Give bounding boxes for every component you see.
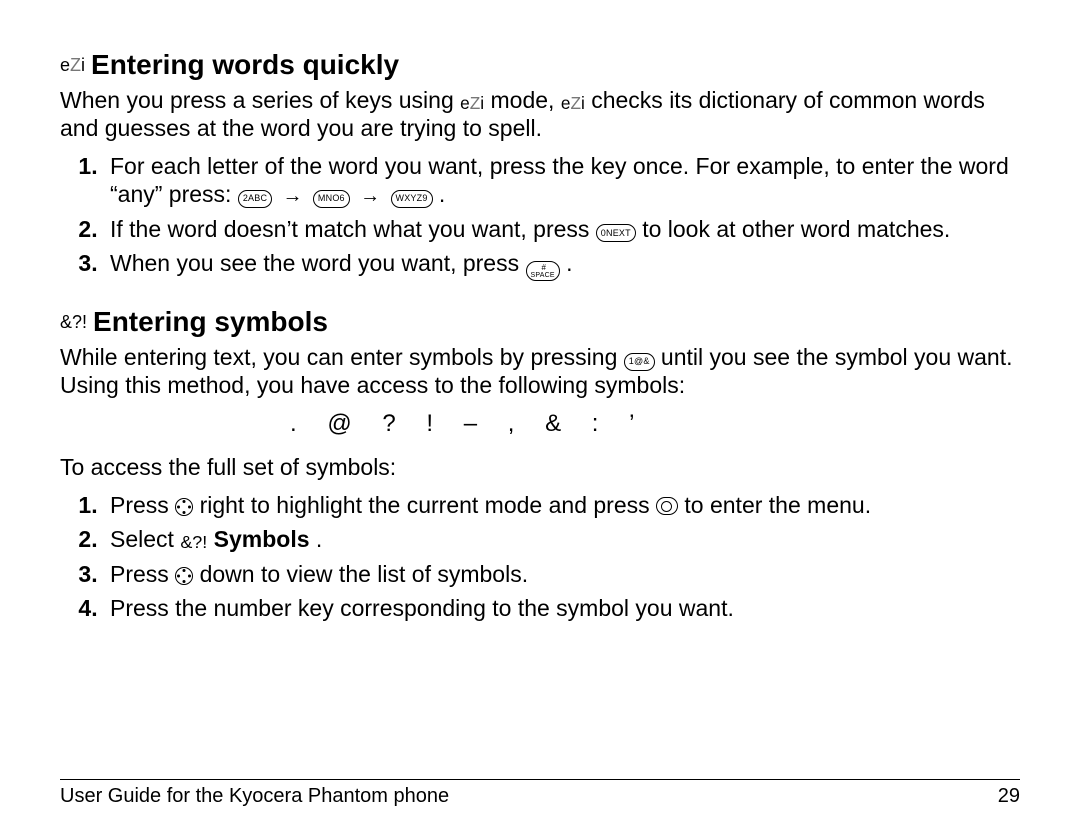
page-number: 29 — [998, 784, 1020, 808]
symbols-row: . @ ? ! – , & : ’ — [60, 409, 1020, 438]
heading-text: Entering words quickly — [91, 48, 399, 82]
intro-paragraph-2: While entering text, you can enter symbo… — [60, 343, 1020, 399]
steps-list-1: For each letter of the word you want, pr… — [60, 152, 1020, 281]
list-item: Press right to highlight the current mod… — [104, 491, 1020, 519]
ok-key-icon — [656, 497, 678, 515]
key-space-icon: # SPACE — [526, 261, 560, 281]
heading-text: Entering symbols — [93, 305, 328, 339]
heading-entering-words: eZi Entering words quickly — [60, 48, 1020, 82]
key-2abc-icon: 2ABC — [238, 190, 272, 208]
list-item: Select &?! Symbols . — [104, 525, 1020, 554]
list-item: When you see the word you want, press # … — [104, 249, 1020, 282]
footer-title: User Guide for the Kyocera Phantom phone — [60, 784, 449, 808]
nav-key-icon — [175, 498, 193, 516]
ezi-icon: eZi — [460, 93, 484, 113]
list-item: If the word doesn’t match what you want,… — [104, 215, 1020, 243]
heading-entering-symbols: &?! Entering symbols — [60, 305, 1020, 339]
list-item: For each letter of the word you want, pr… — [104, 152, 1020, 208]
symbols-menu-label: Symbols — [214, 526, 310, 552]
symbols-mode-icon: &?! — [60, 313, 87, 331]
key-wxyz9-icon: WXYZ9 — [391, 190, 433, 208]
intro-paragraph-1: When you press a series of keys using eZ… — [60, 86, 1020, 142]
ezi-icon: eZi — [60, 56, 85, 74]
list-item: Press the number key corresponding to th… — [104, 594, 1020, 622]
access-full-symbols-line: To access the full set of symbols: — [60, 453, 1020, 481]
key-mno6-icon: MNO6 — [313, 190, 350, 208]
symbols-mode-icon: &?! — [180, 532, 207, 552]
arrow-right-icon: → — [283, 184, 303, 208]
arrow-right-icon: → — [360, 184, 380, 208]
list-item: Press down to view the list of symbols. — [104, 560, 1020, 588]
nav-key-icon — [175, 567, 193, 585]
page-footer: User Guide for the Kyocera Phantom phone… — [60, 779, 1020, 808]
steps-list-2: Press right to highlight the current mod… — [60, 491, 1020, 622]
key-0next-icon: 0NEXT — [596, 224, 636, 242]
ezi-icon: eZi — [561, 93, 585, 113]
key-1-symbols-icon: 1@& — [624, 353, 655, 371]
manual-page: eZi Entering words quickly When you pres… — [0, 0, 1080, 834]
